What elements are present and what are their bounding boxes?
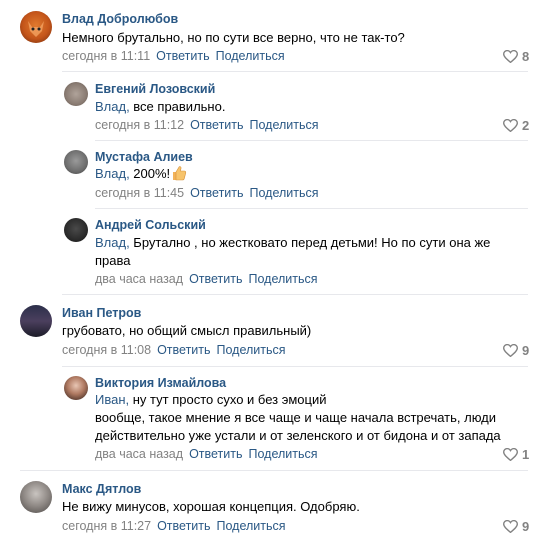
comment-body-line: действительно уже устали и от зеленского… (95, 428, 501, 443)
comment-author-name[interactable]: Иван Петров (62, 306, 141, 320)
comment-time[interactable]: два часа назад (95, 272, 183, 286)
comment-divider (62, 71, 528, 72)
reply-to-link[interactable]: Иван, (95, 392, 129, 407)
comment-body-line: вообще, такое мнение я все чаще и чаще н… (95, 410, 497, 425)
avatar-evgeny[interactable] (64, 82, 88, 106)
comment-author-name[interactable]: Макс Дятлов (62, 482, 141, 496)
comment-text: грубовато, но общий смысл правильный) (62, 323, 312, 338)
comment-time[interactable]: сегодня в 11:12 (95, 118, 184, 132)
reply-button[interactable]: Ответить (189, 447, 242, 461)
comment-text: Влад, Брутално , но жестковато перед дет… (95, 234, 515, 270)
share-button[interactable]: Поделиться (217, 343, 286, 357)
reply-to-link[interactable]: Влад, (95, 166, 130, 181)
comment-time[interactable]: сегодня в 11:11 (62, 49, 150, 63)
comment-text: Влад, 200%! (95, 165, 187, 186)
comment-body-line: Брутално , но жестковато перед детьми! Н… (129, 235, 491, 250)
thumbs-up-icon (171, 165, 187, 186)
like-button[interactable]: 2 (503, 118, 529, 133)
like-button[interactable]: 9 (503, 519, 529, 534)
comment-divider (95, 208, 528, 209)
avatar-andrey[interactable] (64, 218, 88, 242)
heart-icon (503, 448, 518, 461)
share-button[interactable]: Поделиться (250, 118, 319, 132)
comment-divider (62, 294, 528, 295)
comment-meta: сегодня в 11:08 Ответить Поделиться (62, 343, 286, 357)
comment-time[interactable]: сегодня в 11:08 (62, 343, 151, 357)
comment-text: Не вижу минусов, хорошая концепция. Одоб… (62, 499, 360, 514)
like-count: 9 (522, 519, 530, 534)
comment-meta: сегодня в 11:11 Ответить Поделиться (62, 49, 285, 63)
like-count: 1 (522, 447, 530, 462)
reply-button[interactable]: Ответить (190, 118, 243, 132)
fox-avatar-icon (28, 21, 44, 37)
heart-icon (503, 50, 518, 63)
like-count: 9 (522, 343, 530, 358)
comment-meta: сегодня в 11:45 Ответить Поделиться (95, 186, 319, 200)
comment-meta: сегодня в 11:27 Ответить Поделиться (62, 519, 286, 533)
reply-button[interactable]: Ответить (157, 343, 210, 357)
comment-text: Иван, ну тут просто сухо и без эмоций во… (95, 391, 525, 445)
comment-author-name[interactable]: Мустафа Алиев (95, 150, 193, 164)
comment-meta: два часа назад Ответить Поделиться (95, 447, 318, 461)
reply-to-link[interactable]: Влад, (95, 235, 130, 250)
reply-button[interactable]: Ответить (189, 272, 242, 286)
comment-meta: два часа назад Ответить Поделиться (95, 272, 318, 286)
heart-icon (503, 520, 518, 533)
share-button[interactable]: Поделиться (249, 447, 318, 461)
reply-button[interactable]: Ответить (190, 186, 243, 200)
reply-to-link[interactable]: Влад, (95, 99, 130, 114)
heart-icon (503, 119, 518, 132)
share-button[interactable]: Поделиться (217, 519, 286, 533)
comment-author-name[interactable]: Андрей Сольский (95, 218, 206, 232)
comment-time[interactable]: сегодня в 11:45 (95, 186, 184, 200)
reply-button[interactable]: Ответить (157, 519, 210, 533)
heart-icon (503, 344, 518, 357)
comment-divider (20, 470, 528, 471)
like-button[interactable]: 9 (503, 343, 529, 358)
comment-time[interactable]: два часа назад (95, 447, 183, 461)
comment-body-line: права (95, 253, 131, 268)
like-button[interactable]: 8 (503, 49, 529, 64)
comment-author-name[interactable]: Виктория Измайлова (95, 376, 226, 390)
comment-meta: сегодня в 11:12 Ответить Поделиться (95, 118, 319, 132)
comment-author-name[interactable]: Влад Добролюбов (62, 12, 178, 26)
avatar-vlad[interactable] (20, 11, 52, 43)
avatar-viktoria[interactable] (64, 376, 88, 400)
comment-divider (95, 140, 528, 141)
avatar-mustafa[interactable] (64, 150, 88, 174)
like-count: 2 (522, 118, 530, 133)
comment-text: Влад, все правильно. (95, 98, 225, 116)
comment-body: 200%! (129, 166, 171, 181)
share-button[interactable]: Поделиться (216, 49, 285, 63)
share-button[interactable]: Поделиться (249, 272, 318, 286)
comment-author-name[interactable]: Евгений Лозовский (95, 82, 215, 96)
comment-text: Немного брутально, но по сути все верно,… (62, 30, 405, 45)
avatar-max[interactable] (20, 481, 52, 513)
reply-button[interactable]: Ответить (156, 49, 209, 63)
share-button[interactable]: Поделиться (250, 186, 319, 200)
comment-divider (62, 366, 528, 367)
comment-body-line: ну тут просто сухо и без эмоций (129, 392, 327, 407)
like-button[interactable]: 1 (503, 447, 529, 462)
like-count: 8 (522, 49, 530, 64)
comment-time[interactable]: сегодня в 11:27 (62, 519, 151, 533)
avatar-ivan[interactable] (20, 305, 52, 337)
comment-body: все правильно. (129, 99, 226, 114)
